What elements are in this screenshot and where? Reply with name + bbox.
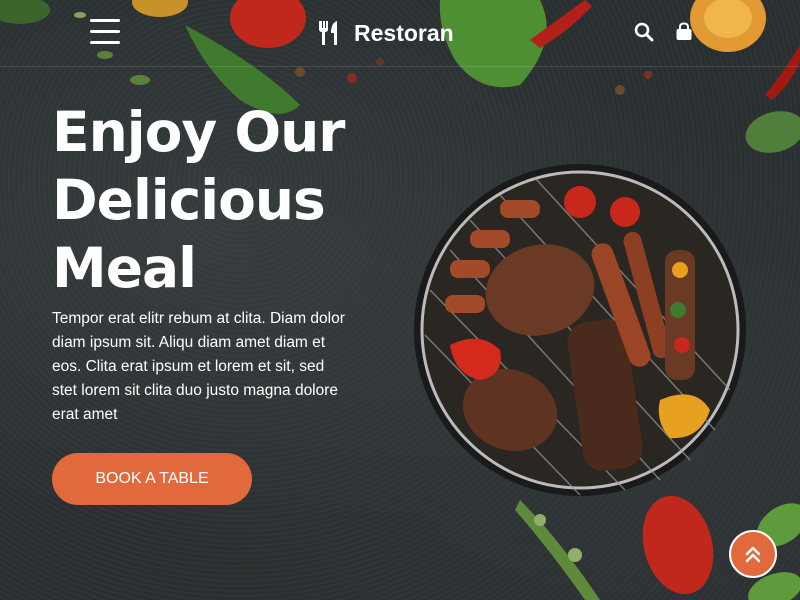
hero-description: Tempor erat elitr rebum at clita. Diam d… <box>52 310 345 423</box>
utensils-icon <box>319 21 337 45</box>
book-table-button[interactable]: BOOK A TABLE <box>52 453 252 505</box>
shopping-bag-icon[interactable] <box>674 22 694 42</box>
navbar: Restoran <box>0 0 800 67</box>
search-icon[interactable] <box>634 22 654 42</box>
hero-title-line: Delicious <box>52 168 326 232</box>
double-chevron-up-icon <box>745 546 761 563</box>
hero-title-line: Enjoy Our <box>52 100 345 164</box>
brand-name: Restoran <box>354 19 454 46</box>
menu-icon[interactable] <box>90 19 120 45</box>
hero-title: Enjoy Our Delicious Meal <box>52 98 372 302</box>
brand-logo[interactable]: Restoran <box>316 16 454 50</box>
hero-title-line: Meal <box>52 236 197 300</box>
grill-image <box>414 164 746 496</box>
back-to-top-button[interactable] <box>729 530 777 578</box>
